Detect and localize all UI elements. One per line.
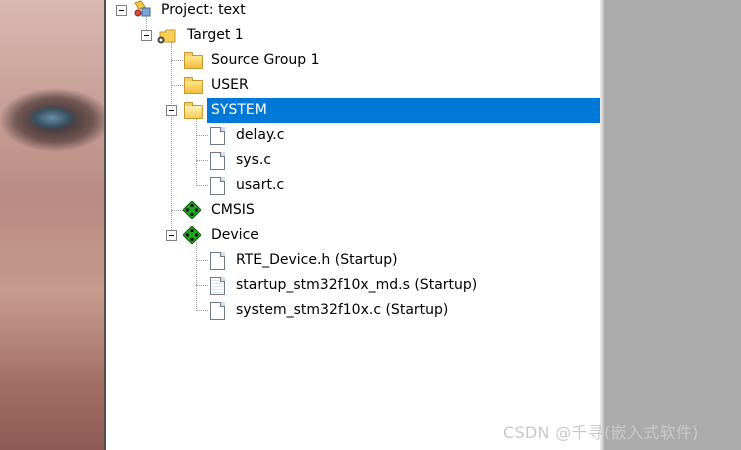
file-label: delay.c	[236, 127, 285, 143]
tree-node-component[interactable]: Device	[106, 223, 600, 248]
tree-node-group-selected[interactable]: SYSTEM	[106, 98, 600, 123]
tree-node-file[interactable]: startup_stm32f10x_md.s (Startup)	[106, 273, 600, 298]
watermark: CSDN @千寻(嵌入式软件)	[503, 423, 699, 442]
tree-node-component[interactable]: CMSIS	[106, 198, 600, 223]
tree-node-project[interactable]: Project: text	[106, 0, 600, 23]
group-label: Source Group 1	[211, 52, 320, 68]
target-icon	[156, 27, 176, 44]
c-file-icon	[210, 152, 225, 170]
collapse-toggle[interactable]	[166, 105, 177, 116]
header-file-icon	[210, 252, 225, 270]
asm-file-icon	[210, 277, 225, 295]
background-photo	[0, 0, 104, 450]
collapse-toggle[interactable]	[116, 5, 127, 16]
file-label: usart.c	[236, 177, 285, 193]
project-label: Project: text	[161, 2, 246, 18]
tree-node-group[interactable]: USER	[106, 73, 600, 98]
c-file-icon	[210, 302, 225, 320]
group-label: SYSTEM	[211, 102, 267, 118]
component-label: Device	[211, 227, 259, 243]
component-diamond-icon	[182, 200, 202, 220]
tree-node-file[interactable]: usart.c	[106, 173, 600, 198]
tree-node-file[interactable]: sys.c	[106, 148, 600, 173]
component-label: CMSIS	[211, 202, 255, 218]
tree-node-file[interactable]: system_stm32f10x.c (Startup)	[106, 298, 600, 323]
file-label: system_stm32f10x.c (Startup)	[236, 302, 449, 318]
folder-icon	[184, 52, 203, 69]
editor-area	[604, 0, 741, 450]
file-label: startup_stm32f10x_md.s (Startup)	[236, 277, 478, 293]
tree-node-file[interactable]: delay.c	[106, 123, 600, 148]
tree-node-target[interactable]: Target 1	[106, 23, 600, 48]
collapse-toggle[interactable]	[166, 230, 177, 241]
folder-icon	[184, 77, 203, 94]
c-file-icon	[210, 177, 225, 195]
file-label: RTE_Device.h (Startup)	[236, 252, 398, 268]
folder-open-icon	[184, 102, 203, 119]
collapse-toggle[interactable]	[141, 30, 152, 41]
component-diamond-icon	[182, 225, 202, 245]
group-label: USER	[211, 77, 249, 93]
tree-node-group[interactable]: Source Group 1	[106, 48, 600, 73]
project-icon	[133, 0, 151, 17]
file-label: sys.c	[236, 152, 272, 168]
c-file-icon	[210, 127, 225, 145]
tree-node-file[interactable]: RTE_Device.h (Startup)	[106, 248, 600, 273]
project-tree-panel[interactable]: Project: text Target 1 Source Group 1 US…	[106, 0, 600, 450]
target-label: Target 1	[187, 27, 244, 43]
